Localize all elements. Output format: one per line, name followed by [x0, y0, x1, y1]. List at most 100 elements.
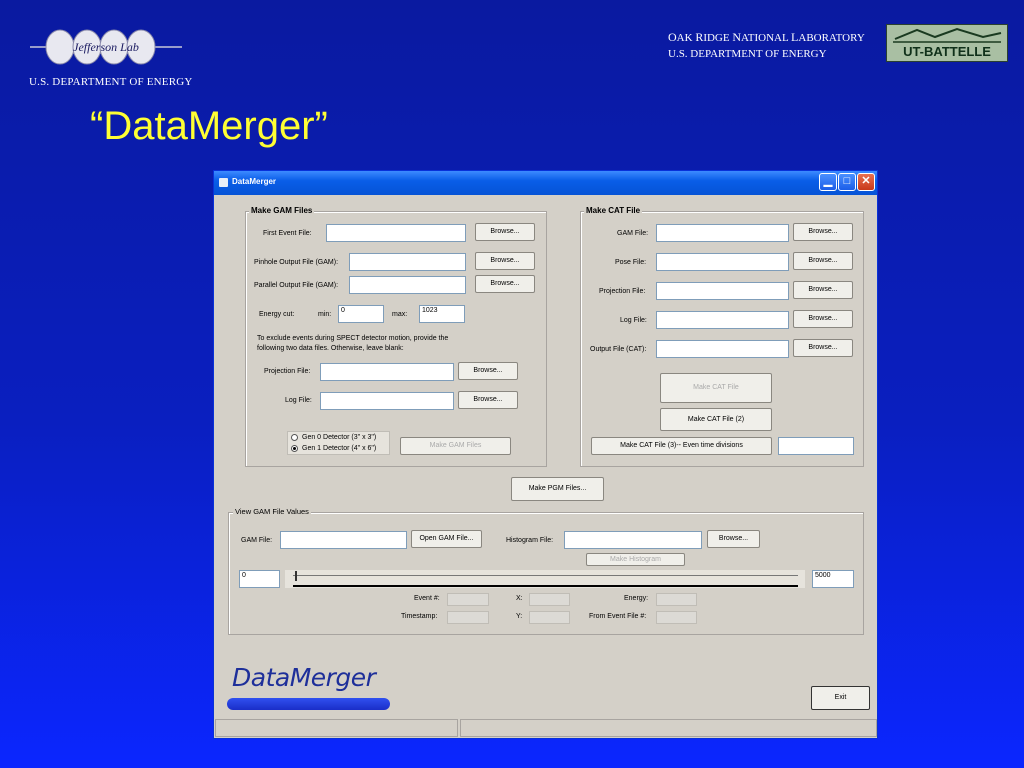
pose-input[interactable]	[656, 253, 789, 271]
datamerger-window: DataMerger ▁ □ ✕ Make GAM Files First Ev…	[213, 170, 878, 739]
radio-gen1[interactable]	[291, 445, 298, 452]
ut-battelle-logo-text: UT-BATTELLE	[903, 44, 991, 59]
from-event-file-value	[656, 611, 697, 624]
make-pgm-files-button[interactable]: Make PGM Files...	[511, 477, 604, 501]
radio-gen0[interactable]	[291, 434, 298, 441]
ornl-name: OAK RIDGE NATIONAL LABORATORY	[668, 30, 865, 45]
gam-log-input[interactable]	[320, 392, 454, 410]
minimize-button[interactable]: ▁	[819, 173, 837, 191]
motion-note: To exclude events during SPECT detector …	[257, 335, 449, 352]
histogram-label: Histogram File:	[506, 537, 554, 544]
make-cat-file-button[interactable]: Make CAT File	[660, 373, 772, 403]
status-bar-pane-2	[460, 719, 877, 737]
ornl-o: O	[668, 30, 677, 44]
cat-gam-browse-button[interactable]: Browse...	[793, 223, 853, 241]
ornl-n: N	[732, 30, 742, 44]
cat-output-input[interactable]	[656, 340, 789, 358]
pose-browse-button[interactable]: Browse...	[793, 252, 853, 270]
gam-projection-label: Projection File:	[264, 368, 311, 375]
energy-label: Energy:	[624, 595, 649, 602]
parallel-output-label: Parallel Output File (GAM):	[254, 282, 339, 289]
slider-baseline	[293, 585, 798, 587]
doe-left-text: U.S. DEPARTMENT OF ENERGY	[29, 76, 193, 88]
cat-log-label: Log File:	[620, 317, 647, 324]
event-number-value	[447, 593, 489, 606]
x-value	[529, 593, 570, 606]
x-label: X:	[516, 595, 523, 602]
gam-log-browse-button[interactable]: Browse...	[458, 391, 518, 409]
jefferson-lab-logo: Jefferson Lab	[30, 29, 182, 65]
gam-projection-input[interactable]	[320, 363, 454, 381]
cat-log-input[interactable]	[656, 311, 789, 329]
slider-min-input[interactable]: 0	[239, 570, 280, 588]
logo-underline-bar	[227, 698, 390, 710]
parallel-browse-button[interactable]: Browse...	[475, 275, 535, 293]
cat-gam-label: GAM File:	[617, 230, 649, 237]
y-label: Y:	[516, 613, 523, 620]
make-gam-group-label: Make GAM Files	[249, 206, 315, 215]
from-event-file-label: From Event File #:	[589, 613, 647, 620]
make-histogram-button[interactable]: Make Histogram	[586, 553, 685, 566]
cat-log-browse-button[interactable]: Browse...	[793, 310, 853, 328]
ornl-doe-text: U.S. DEPARTMENT OF ENERGY	[668, 48, 827, 60]
gam-log-label: Log File:	[285, 397, 312, 404]
cat-projection-browse-button[interactable]: Browse...	[793, 281, 853, 299]
ut-battelle-logo: UT-BATTELLE	[886, 24, 1008, 62]
maximize-button[interactable]: □	[838, 173, 856, 191]
cat-projection-label: Projection File:	[599, 288, 646, 295]
timestamp-value	[447, 611, 489, 624]
y-value	[529, 611, 570, 624]
window-title: DataMerger	[232, 177, 277, 186]
cat-output-browse-button[interactable]: Browse...	[793, 339, 853, 357]
status-bar-pane-1	[215, 719, 458, 737]
first-event-label: First Event File:	[263, 230, 312, 237]
radio-gen0-label: Gen 0 Detector (3" x 3")	[302, 434, 377, 441]
slide-title: “DataMerger”	[90, 104, 328, 148]
pinhole-output-input[interactable]	[349, 253, 466, 271]
histogram-browse-button[interactable]: Browse...	[707, 530, 760, 548]
pinhole-browse-button[interactable]: Browse...	[475, 252, 535, 270]
energy-max-label: max:	[392, 311, 408, 318]
make-gam-files-button[interactable]: Make GAM Files	[400, 437, 511, 455]
energy-min-input[interactable]: 0	[338, 305, 384, 323]
energy-max-input[interactable]: 1023	[419, 305, 465, 323]
parallel-output-input[interactable]	[349, 276, 466, 294]
energy-min-label: min:	[318, 311, 332, 318]
exit-button[interactable]: Exit	[811, 686, 870, 710]
pinhole-output-label: Pinhole Output File (GAM):	[254, 259, 339, 266]
cat-projection-input[interactable]	[656, 282, 789, 300]
app-icon	[219, 178, 228, 187]
event-number-label: Event #:	[414, 595, 440, 602]
radio-gen1-label: Gen 1 Detector (4" x 6")	[302, 445, 377, 452]
slider-track	[293, 575, 798, 576]
close-button[interactable]: ✕	[857, 173, 875, 191]
timestamp-label: Timestamp:	[401, 613, 438, 620]
first-event-input[interactable]	[326, 224, 466, 242]
ornl-idge: IDGE	[703, 32, 733, 44]
ornl-ational: ATIONAL	[741, 32, 792, 44]
datamerger-logo: DataMerger	[232, 663, 376, 692]
open-gam-file-button[interactable]: Open GAM File...	[411, 530, 482, 548]
ornl-ak: AK	[676, 32, 696, 44]
jefferson-lab-logo-text: Jefferson Lab	[73, 40, 139, 54]
energy-value	[656, 593, 697, 606]
make-cat-file-2-button[interactable]: Make CAT File (2)	[660, 408, 772, 431]
time-divisions-input[interactable]	[778, 437, 854, 455]
ornl-aboratory: ABORATORY	[798, 32, 865, 44]
cat-gam-input[interactable]	[656, 224, 789, 242]
slider-thumb[interactable]	[295, 571, 297, 581]
view-gam-input[interactable]	[280, 531, 407, 549]
cat-output-label: Output File (CAT):	[590, 346, 647, 353]
view-gam-label: GAM File:	[241, 537, 273, 544]
make-cat-file-3-button[interactable]: Make CAT File (3)-- Even time divisions	[591, 437, 772, 455]
first-event-browse-button[interactable]: Browse...	[475, 223, 535, 241]
slider-max-input[interactable]: 5000	[812, 570, 854, 588]
energy-cut-label: Energy cut:	[259, 311, 295, 318]
make-cat-group-label: Make CAT File	[584, 206, 643, 215]
title-bar[interactable]: DataMerger ▁ □ ✕	[214, 171, 877, 195]
histogram-input[interactable]	[564, 531, 702, 549]
pose-label: Pose File:	[615, 259, 647, 266]
view-gam-group-label: View GAM File Values	[233, 507, 311, 516]
gam-projection-browse-button[interactable]: Browse...	[458, 362, 518, 380]
event-slider[interactable]	[285, 570, 805, 588]
